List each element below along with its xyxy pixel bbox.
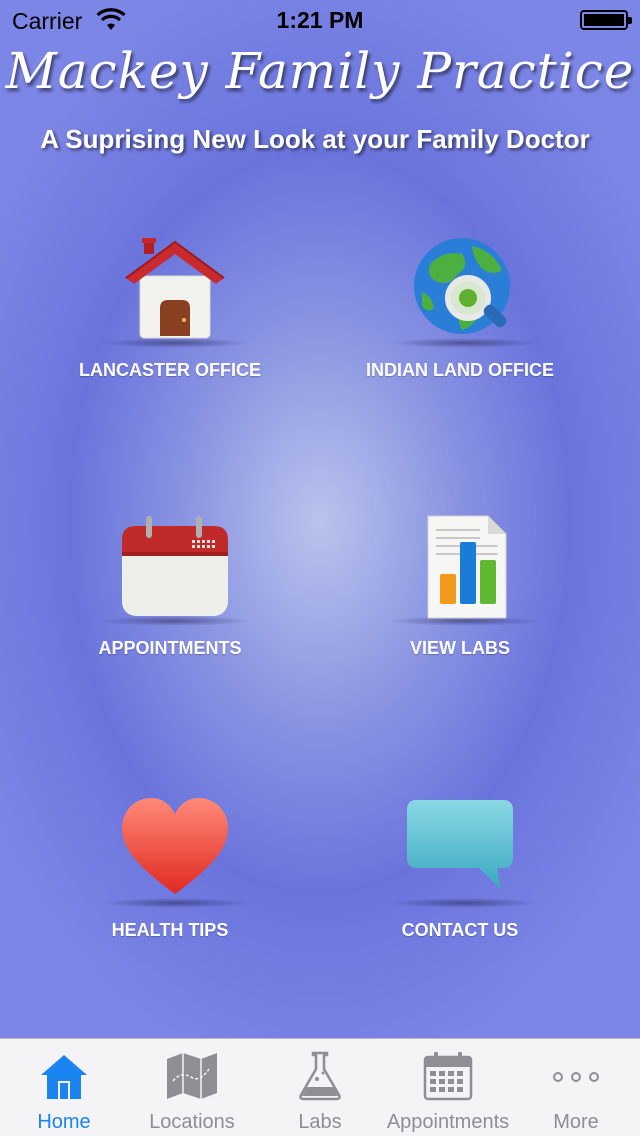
home-icon <box>41 1055 87 1099</box>
calendar-icon <box>423 1052 473 1101</box>
app-subtitle: A Suprising New Look at your Family Doct… <box>40 124 590 154</box>
battery-icon <box>580 10 632 30</box>
tab-locations[interactable]: Locations <box>128 1039 256 1136</box>
tab-label: Locations <box>149 1111 235 1133</box>
contact-us-button[interactable]: CONTACT US <box>325 796 595 986</box>
heart-icon <box>122 798 228 894</box>
tile-label: LANCASTER OFFICE <box>79 360 261 380</box>
speech-bubble-icon <box>407 800 513 890</box>
view-labs-button[interactable]: VIEW LABS <box>325 514 595 704</box>
calendar-icon <box>122 516 228 616</box>
tile-label: APPOINTMENTS <box>98 638 242 658</box>
tab-label: Appointments <box>386 1111 510 1133</box>
globe-search-icon <box>414 238 510 334</box>
tab-more[interactable]: More <box>512 1039 640 1136</box>
more-dots-icon <box>553 1072 599 1082</box>
tab-label: More <box>553 1111 599 1133</box>
status-bar: Carrier 1:21 PM <box>0 0 640 40</box>
document-chart-icon <box>427 515 507 619</box>
tab-appointments[interactable]: Appointments <box>384 1039 512 1136</box>
appointments-button[interactable]: APPOINTMENTS <box>35 514 305 704</box>
tile-label: HEALTH TIPS <box>111 920 229 940</box>
tile-label: INDIAN LAND OFFICE <box>366 360 554 380</box>
tab-label: Home <box>37 1111 91 1133</box>
tile-label: CONTACT US <box>401 920 519 940</box>
tab-labs[interactable]: Labs <box>256 1039 384 1136</box>
clock: 1:21 PM <box>276 7 364 33</box>
lancaster-office-button[interactable]: LANCASTER OFFICE <box>35 236 305 426</box>
house-icon <box>125 238 225 339</box>
app-title: Mackey Family Practice <box>5 42 635 100</box>
tab-label: Labs <box>298 1111 342 1133</box>
tab-bar: Home Locations Labs Appointments More <box>0 1038 640 1136</box>
health-tips-button[interactable]: HEALTH TIPS <box>35 796 305 986</box>
map-icon <box>167 1053 217 1099</box>
indian-land-office-button[interactable]: INDIAN LAND OFFICE <box>325 236 595 426</box>
tile-label: VIEW LABS <box>409 638 510 658</box>
flask-icon <box>299 1051 341 1101</box>
tab-home[interactable]: Home <box>0 1039 128 1136</box>
